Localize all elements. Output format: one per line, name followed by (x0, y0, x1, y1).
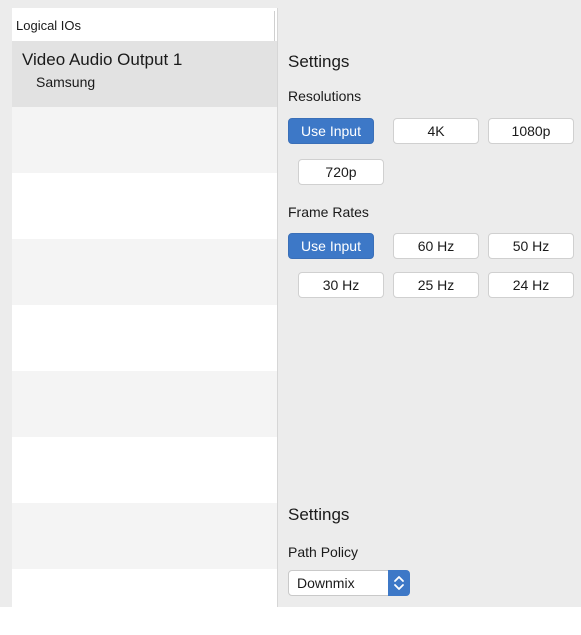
sidebar-item-subtitle: Samsung (36, 74, 96, 90)
frame-rate-25hz-button[interactable]: 25 Hz (393, 272, 479, 298)
list-row-empty (12, 173, 277, 239)
path-policy-value: Downmix (297, 575, 355, 591)
resolution-1080p-button[interactable]: 1080p (488, 118, 574, 144)
updown-chevron-icon (388, 570, 410, 596)
resolution-720p-button[interactable]: 720p (298, 159, 384, 185)
list-row-empty (12, 239, 277, 305)
path-policy-select[interactable]: Downmix (288, 570, 410, 596)
list-row-empty (12, 437, 277, 503)
frame-rate-60hz-button[interactable]: 60 Hz (393, 233, 479, 259)
settings-panel: Settings Resolutions Use Input 4K 1080p … (278, 8, 581, 607)
list-row-empty (12, 569, 277, 635)
path-policy-label: Path Policy (288, 544, 359, 560)
list-row-empty (12, 503, 277, 569)
resolution-4k-button[interactable]: 4K (393, 118, 479, 144)
resolutions-label: Resolutions (288, 88, 362, 104)
resolution-use-input-button[interactable]: Use Input (288, 118, 374, 144)
list-row-empty (12, 305, 277, 371)
path-settings-title: Settings (288, 505, 350, 524)
logical-io-sidebar: Logical IOs Video Audio Output 1 Samsung (12, 8, 277, 607)
frame-rate-24hz-button[interactable]: 24 Hz (488, 272, 574, 298)
sidebar-item-video-audio-output-1[interactable]: Video Audio Output 1 Samsung (12, 41, 277, 107)
sidebar-item-title: Video Audio Output 1 (22, 50, 183, 69)
list-row-empty (12, 107, 277, 173)
sidebar-column-header[interactable]: Logical IOs (12, 11, 275, 41)
list-row-empty (12, 371, 277, 437)
frame-rate-50hz-button[interactable]: 50 Hz (488, 233, 574, 259)
settings-title: Settings (288, 52, 350, 71)
frame-rates-label: Frame Rates (288, 204, 369, 220)
window-left-strip (0, 0, 12, 607)
frame-rate-30hz-button[interactable]: 30 Hz (298, 272, 384, 298)
frame-rate-use-input-button[interactable]: Use Input (288, 233, 374, 259)
window-top-strip (0, 0, 581, 8)
